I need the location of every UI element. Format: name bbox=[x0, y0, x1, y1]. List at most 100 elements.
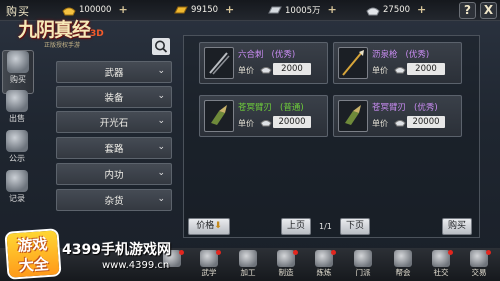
bag-icon bbox=[6, 90, 28, 112]
category-inner-skill[interactable]: 内功 ⌄ bbox=[56, 163, 172, 185]
guild-icon bbox=[394, 250, 412, 267]
add-resource-button[interactable]: + bbox=[225, 3, 234, 16]
tab-label: 出售 bbox=[9, 114, 25, 123]
item-price: 2000 bbox=[273, 63, 311, 75]
silver-bar-icon bbox=[268, 6, 282, 13]
tab-label: 购买 bbox=[10, 75, 26, 84]
page-indicator: 1/1 bbox=[319, 222, 332, 231]
resource-gold-bar: 99150 + bbox=[174, 2, 234, 17]
spear-icon bbox=[338, 47, 368, 79]
category-routine[interactable]: 套路 ⌄ bbox=[56, 137, 172, 159]
dagger-icon bbox=[204, 47, 234, 79]
category-equipment[interactable]: 装备 ⌄ bbox=[56, 86, 172, 108]
arrow-down-icon: ⬇ bbox=[214, 221, 222, 231]
category-weapon[interactable]: 武器 ⌄ bbox=[56, 61, 172, 83]
resource-value: 99150 bbox=[191, 4, 219, 15]
price-label: 单价 bbox=[238, 66, 254, 75]
help-button[interactable]: ? bbox=[459, 2, 476, 19]
category-label: 装备 bbox=[104, 93, 124, 104]
watermark-url: www.4399.cn bbox=[102, 260, 170, 271]
nav-craft[interactable]: 加工 bbox=[234, 250, 262, 280]
prev-page-button[interactable]: 上页 bbox=[281, 218, 311, 235]
tab-record[interactable]: 记录 bbox=[2, 170, 32, 212]
price-label: 单价 bbox=[372, 66, 388, 75]
sort-by-price-button[interactable]: 价格⬇ bbox=[188, 218, 230, 235]
nav-label: 武学 bbox=[201, 268, 217, 277]
nav-social[interactable]: 社交 bbox=[427, 250, 455, 280]
gold-ingot-icon bbox=[62, 7, 76, 15]
resource-value: 27500 bbox=[383, 4, 411, 15]
watermark-badge: 游戏 大全 bbox=[6, 230, 60, 278]
category-label: 内功 bbox=[104, 170, 124, 181]
item-name: 苍冥臂刃 (优秀) bbox=[372, 103, 438, 113]
silver-ingot-icon bbox=[260, 120, 272, 127]
notification-dot bbox=[293, 250, 298, 255]
chevron-down-icon: ⌄ bbox=[157, 116, 165, 126]
category-label: 杂货 bbox=[104, 196, 124, 207]
price-label: 单价 bbox=[238, 119, 254, 128]
silver-ingot-icon bbox=[366, 7, 380, 15]
tab-buy[interactable]: 购买 bbox=[2, 50, 34, 94]
watermark-site-name: 4399手机游戏网 bbox=[62, 242, 171, 258]
buy-button[interactable]: 购买 bbox=[442, 218, 472, 235]
notification-dot bbox=[331, 250, 336, 255]
nav-refine[interactable]: 炼炼 bbox=[310, 250, 338, 280]
tab-label: 记录 bbox=[9, 194, 25, 203]
nav-sect[interactable]: 门派 bbox=[349, 250, 377, 280]
tab-sell[interactable]: 出售 bbox=[2, 90, 32, 132]
search-icon bbox=[155, 40, 168, 53]
category-misc[interactable]: 杂货 ⌄ bbox=[56, 189, 172, 211]
nav-label: 制造 bbox=[278, 268, 294, 277]
nav-guild[interactable]: 帮会 bbox=[389, 250, 417, 280]
category-label: 套路 bbox=[104, 144, 124, 155]
add-resource-button[interactable]: + bbox=[118, 3, 127, 16]
notice-icon bbox=[6, 130, 28, 152]
nav-label: 门派 bbox=[355, 268, 371, 277]
nav-martial[interactable]: 武学 bbox=[195, 250, 223, 280]
price-label: 单价 bbox=[372, 119, 388, 128]
tab-notice[interactable]: 公示 bbox=[2, 130, 32, 172]
add-resource-button[interactable]: + bbox=[417, 3, 426, 16]
notification-dot bbox=[216, 250, 221, 255]
item-name: 六合刺 (优秀) bbox=[238, 50, 296, 60]
sect-icon bbox=[354, 250, 372, 267]
craft-icon bbox=[239, 250, 257, 267]
sort-label: 价格 bbox=[196, 221, 215, 231]
notification-dot bbox=[448, 250, 453, 255]
resource-value: 10005万 bbox=[285, 5, 321, 16]
add-resource-button[interactable]: + bbox=[328, 3, 337, 16]
item-name: 苍冥臂刃 (普通) bbox=[238, 103, 304, 113]
record-icon bbox=[6, 170, 28, 192]
nav-label: 帮会 bbox=[395, 268, 411, 277]
arm-blade-icon bbox=[338, 100, 368, 132]
item-card[interactable]: 沥泉枪 (优秀) 单价 2000 bbox=[333, 42, 462, 84]
logo-subtitle: 正版授权手游 bbox=[44, 42, 81, 49]
resource-silver-ingot: 27500 + bbox=[366, 2, 426, 17]
chevron-down-icon: ⌄ bbox=[157, 142, 165, 152]
gold-bar-icon bbox=[174, 6, 188, 13]
search-button[interactable] bbox=[152, 38, 170, 55]
item-card[interactable]: 苍冥臂刃 (优秀) 单价 20000 bbox=[333, 95, 462, 137]
logo-title: 九阴真经 bbox=[18, 19, 91, 41]
scroll-icon bbox=[7, 51, 29, 73]
nav-label: 交易 bbox=[471, 268, 487, 277]
chevron-down-icon: ⌄ bbox=[157, 168, 165, 178]
item-card[interactable]: 苍冥臂刃 (普通) 单价 20000 bbox=[199, 95, 328, 137]
close-button[interactable]: X bbox=[480, 2, 497, 19]
notification-dot bbox=[486, 250, 491, 255]
nav-trade[interactable]: 交易 bbox=[465, 250, 493, 280]
item-price: 20000 bbox=[407, 116, 445, 128]
item-card[interactable]: 六合刺 (优秀) 单价 2000 bbox=[199, 42, 328, 84]
nav-label: 社交 bbox=[433, 268, 449, 277]
item-price: 20000 bbox=[273, 116, 311, 128]
nav-forge[interactable]: 制造 bbox=[272, 250, 300, 280]
resource-value: 100000 bbox=[79, 4, 112, 15]
item-price: 2000 bbox=[407, 63, 445, 75]
next-page-button[interactable]: 下页 bbox=[340, 218, 370, 235]
category-gem[interactable]: 开光石 ⌄ bbox=[56, 111, 172, 133]
category-label: 开光石 bbox=[99, 118, 129, 129]
logo-edition: 3D bbox=[90, 29, 104, 39]
nav-label: 加工 bbox=[240, 268, 256, 277]
nav-label: 炼炼 bbox=[316, 268, 332, 277]
item-name: 沥泉枪 (优秀) bbox=[372, 50, 430, 60]
